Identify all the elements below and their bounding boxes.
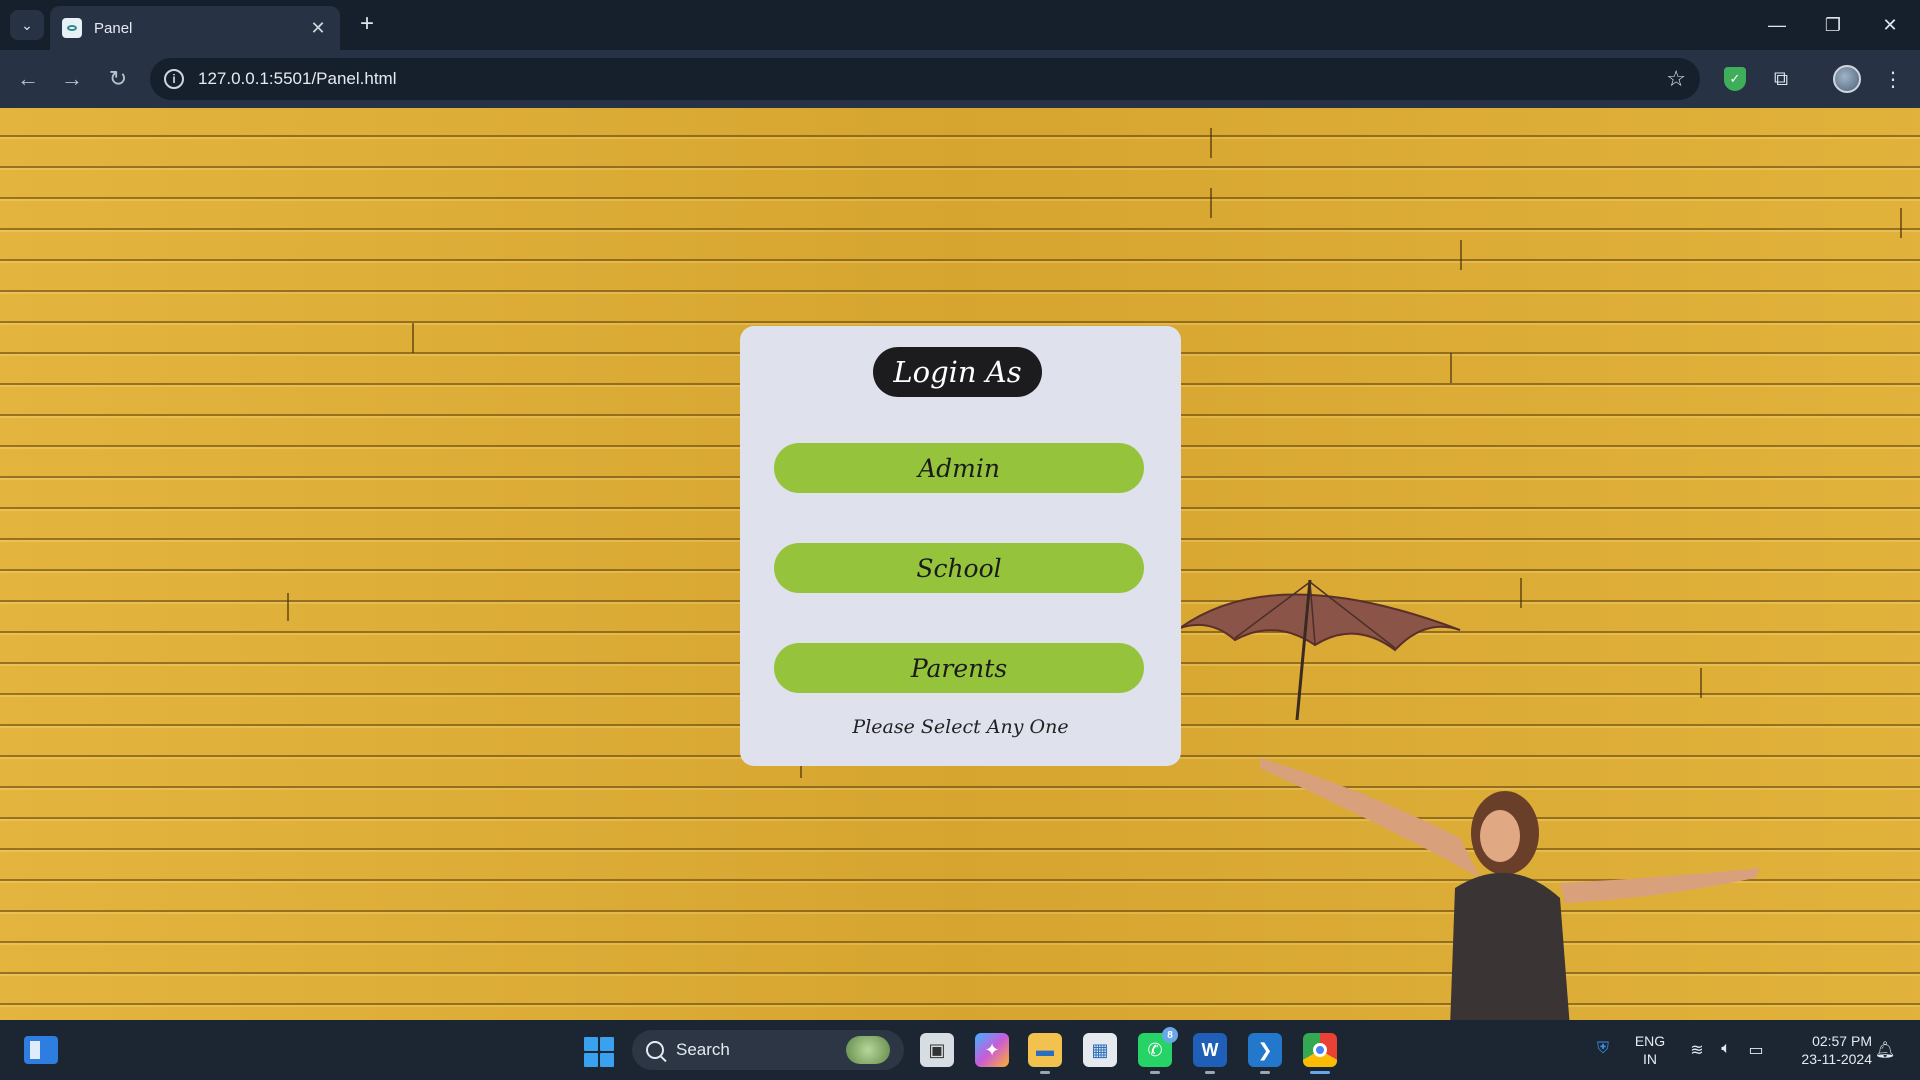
start-menu-icon[interactable]: [584, 1037, 614, 1067]
plank-seam: [287, 593, 289, 621]
extensions-puzzle-icon[interactable]: ⧉: [1766, 64, 1796, 94]
tab-strip: ⌄ Panel ✕ + — ❐ ✕: [0, 0, 1920, 50]
eye-icon: [62, 18, 82, 38]
date: 23-11-2024: [1801, 1051, 1872, 1067]
forward-button[interactable]: →: [56, 63, 88, 95]
shield-extension-icon[interactable]: ✓: [1720, 64, 1750, 94]
plank-seam: [412, 323, 414, 353]
task-view-icon[interactable]: ▣: [920, 1033, 954, 1067]
browser-tab[interactable]: Panel ✕: [50, 6, 340, 50]
search-highlight-image: [846, 1036, 890, 1064]
region-code: IN: [1643, 1051, 1657, 1067]
school-button[interactable]: School: [774, 543, 1144, 593]
plank-seam: [1900, 208, 1902, 238]
file-explorer-icon[interactable]: ▬: [1028, 1033, 1062, 1074]
copilot-icon[interactable]: ✦: [975, 1033, 1009, 1067]
menu-kebab-icon[interactable]: ⋮: [1878, 64, 1908, 94]
chrome-icon[interactable]: [1303, 1033, 1337, 1074]
search-label: Search: [676, 1040, 730, 1059]
plank-seam: [1520, 578, 1522, 608]
notification-bell-icon[interactable]: 🔔︎: [1874, 1040, 1896, 1060]
plank-seam: [1450, 353, 1452, 383]
notification-badge: 8: [1162, 1027, 1178, 1043]
browser-toolbar: ← → ↻ i 127.0.0.1:5501/Panel.html ☆ ✓ ⧉ …: [0, 50, 1920, 108]
time: 02:57 PM: [1812, 1033, 1872, 1049]
tab-title: Panel: [94, 19, 133, 37]
microsoft-store-icon[interactable]: ▦: [1083, 1033, 1117, 1067]
address-bar[interactable]: i 127.0.0.1:5501/Panel.html ☆: [150, 58, 1700, 100]
woman-image: [1260, 758, 1760, 1020]
login-as-title: Login As: [873, 347, 1042, 397]
clock[interactable]: 02:57 PM 23-11-2024: [1780, 1032, 1872, 1068]
site-info-icon[interactable]: i: [164, 69, 184, 89]
tab-search-button[interactable]: ⌄: [10, 10, 44, 40]
bookmark-star-icon[interactable]: ☆: [1666, 66, 1686, 92]
url-text[interactable]: 127.0.0.1:5501/Panel.html: [198, 69, 1666, 89]
close-tab-icon[interactable]: ✕: [308, 18, 328, 39]
back-button[interactable]: ←: [12, 63, 44, 95]
taskbar-search[interactable]: Search: [632, 1030, 904, 1070]
widgets-icon[interactable]: [24, 1036, 58, 1064]
restore-button[interactable]: ❐: [1813, 8, 1853, 42]
search-icon: [646, 1041, 664, 1059]
page-background: Login As Admin School Parents Please Sel…: [0, 108, 1920, 1020]
language-code: ENG: [1634, 1033, 1666, 1049]
whatsapp-icon[interactable]: ✆ 8: [1138, 1027, 1178, 1074]
language-indicator[interactable]: ENG IN: [1630, 1032, 1670, 1068]
new-tab-button[interactable]: +: [352, 10, 382, 40]
profile-avatar[interactable]: [1832, 64, 1862, 94]
reload-button[interactable]: ↻: [102, 63, 134, 95]
plank-seam: [1210, 188, 1212, 218]
selection-hint: Please Select Any One: [852, 716, 1069, 738]
volume-icon[interactable]: 🔈︎: [1715, 1040, 1737, 1060]
admin-button[interactable]: Admin: [774, 443, 1144, 493]
login-card: Login As Admin School Parents Please Sel…: [740, 326, 1181, 766]
close-window-button[interactable]: ✕: [1870, 8, 1910, 42]
wifi-icon[interactable]: ≋: [1686, 1040, 1708, 1060]
windows-taskbar: Search ▣ ✦ ▬ ▦ ✆ 8 W ❯ ⛨ ENG IN ≋ 🔈︎ ▭ 02…: [0, 1020, 1920, 1080]
plank-seam: [1210, 128, 1212, 158]
plank-seam: [1460, 240, 1462, 270]
battery-icon[interactable]: ▭: [1745, 1040, 1767, 1060]
umbrella-image: [1179, 579, 1461, 720]
vscode-icon[interactable]: ❯: [1248, 1033, 1282, 1074]
parents-button[interactable]: Parents: [774, 643, 1144, 693]
minimize-button[interactable]: —: [1757, 8, 1797, 42]
defender-shield-icon[interactable]: ⛨: [1592, 1040, 1614, 1060]
plank-seam: [1700, 668, 1702, 698]
word-icon[interactable]: W: [1193, 1033, 1227, 1074]
